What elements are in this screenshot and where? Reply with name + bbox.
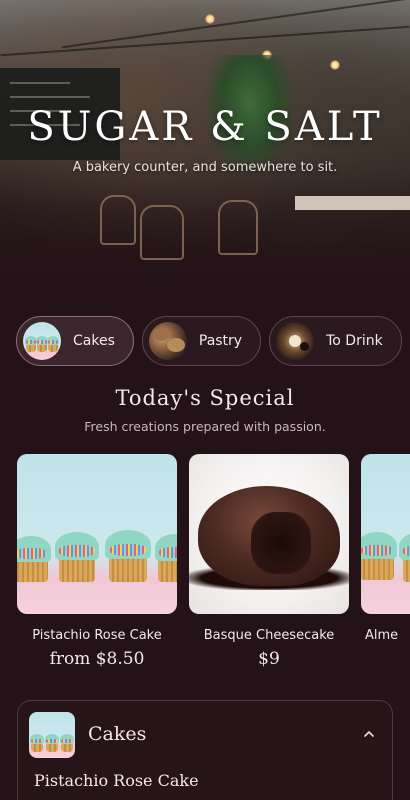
special-item-price: from $8.50 — [49, 649, 145, 669]
category-pill-to-drink[interactable]: To Drink — [269, 316, 402, 366]
cafe-table — [295, 196, 410, 210]
special-item-name: Basque Cheesecake — [203, 628, 335, 643]
ceiling-lamp — [330, 60, 340, 70]
hero-banner: SUGAR & SALT A bakery counter, and somew… — [0, 0, 410, 300]
special-card[interactable]: Pistachio Rose Cake from $8.50 — [17, 454, 177, 669]
category-label: To Drink — [326, 333, 383, 349]
cheesecake-image — [189, 454, 349, 614]
special-section-title: Today's Special — [115, 386, 295, 410]
cupcakes-thumbnail — [23, 322, 61, 360]
category-label: Cakes — [73, 333, 115, 349]
category-pill-pastry[interactable]: Pastry — [141, 316, 262, 366]
special-carousel[interactable]: Pistachio Rose Cake from $8.50 Basque Ch… — [17, 454, 410, 674]
accordion-item-name[interactable]: Pistachio Rose Cake — [34, 771, 199, 790]
special-item-name: Pistachio Rose Cake — [32, 628, 162, 643]
hero-subtitle: A bakery counter, and somewhere to sit. — [72, 160, 338, 175]
category-pill-cakes[interactable]: Cakes — [16, 316, 134, 366]
special-item-price: $9 — [258, 649, 280, 669]
cupcakes-thumbnail — [29, 712, 75, 758]
drink-thumbnail — [276, 322, 315, 360]
cafe-chair — [218, 200, 258, 255]
chevron-up-icon[interactable] — [362, 727, 376, 741]
special-section-subtitle: Fresh creations prepared with passion. — [84, 419, 326, 434]
category-label: Pastry — [198, 333, 243, 349]
special-card[interactable]: Alme — [361, 454, 410, 643]
cafe-chair — [100, 195, 136, 245]
accordion-title[interactable]: Cakes — [88, 723, 146, 745]
ceiling-lamp — [205, 14, 215, 24]
pastry-thumbnail — [148, 322, 187, 360]
cupcakes-image — [17, 454, 177, 614]
special-card[interactable]: Basque Cheesecake $9 — [189, 454, 349, 669]
cupcakes-image — [361, 454, 410, 614]
hero-title: SUGAR & SALT — [27, 104, 383, 150]
category-pills: Cakes Pastry To Drink — [16, 316, 402, 366]
special-item-name: Alme — [365, 628, 399, 643]
category-accordion-cakes: Cakes Pistachio Rose Cake — [17, 700, 393, 800]
cafe-chair — [140, 205, 184, 260]
